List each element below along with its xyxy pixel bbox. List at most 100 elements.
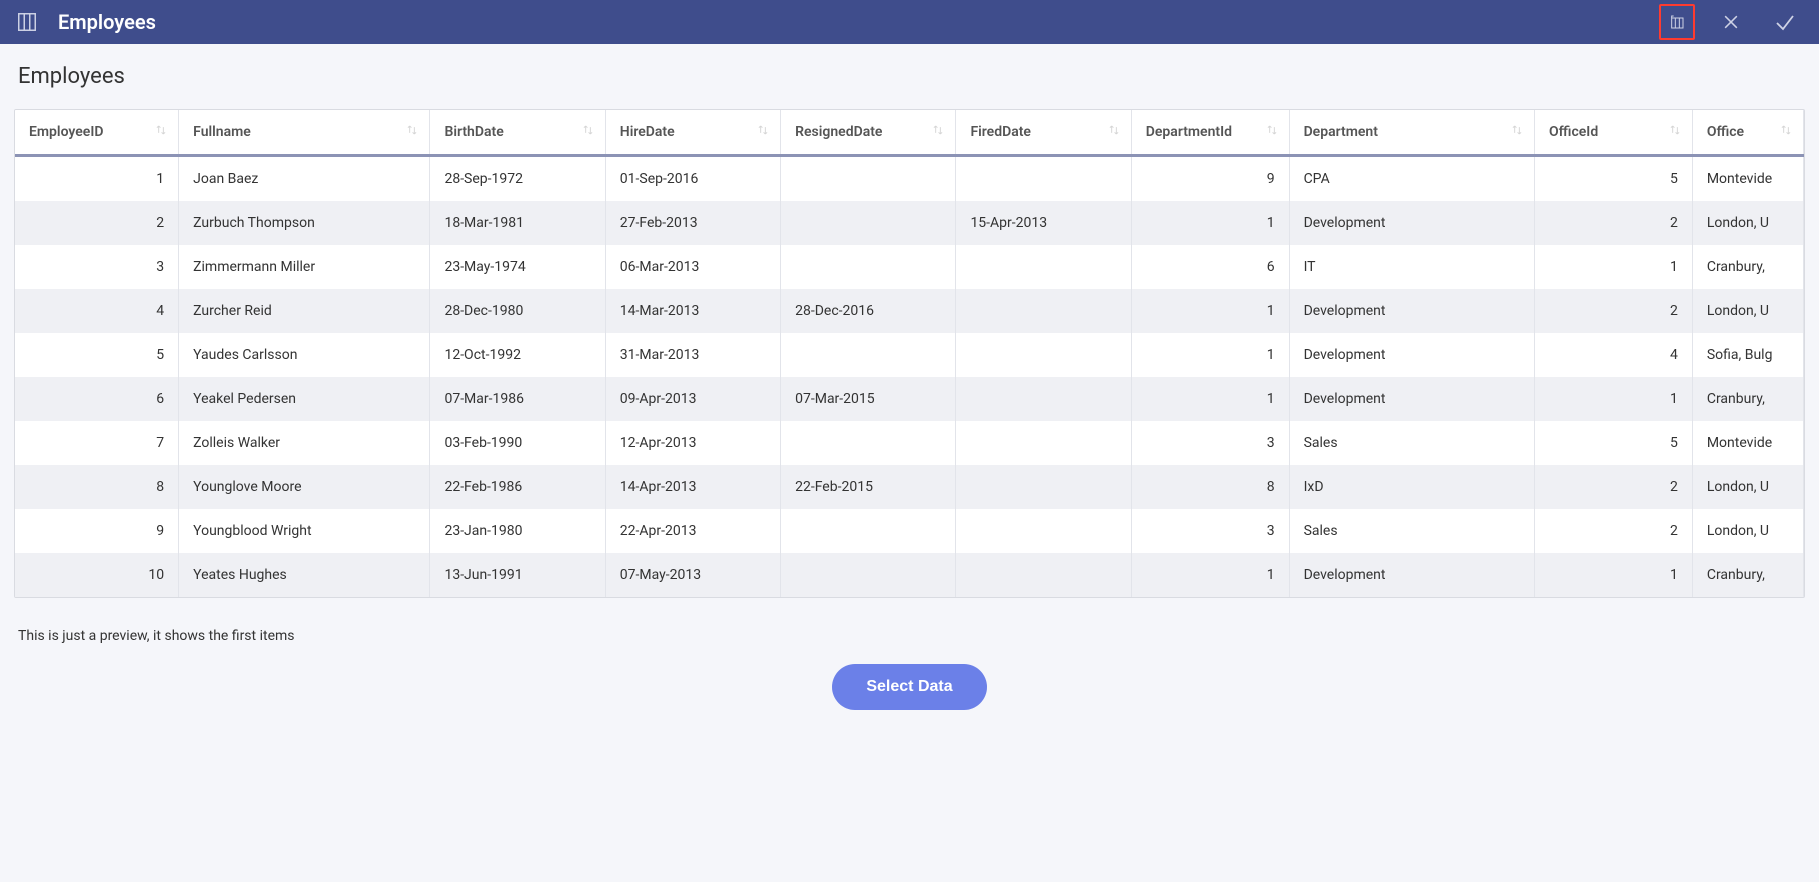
cell-hiredate: 22-Apr-2013 <box>605 509 780 553</box>
cell-department: Development <box>1289 333 1534 377</box>
column-header-fireddate[interactable]: FiredDate <box>956 110 1131 156</box>
cell-fireddate <box>956 421 1131 465</box>
column-header-departmentid[interactable]: DepartmentId <box>1131 110 1289 156</box>
cell-fireddate <box>956 156 1131 202</box>
column-header-label: Fullname <box>193 124 251 140</box>
cell-office: London, U <box>1692 465 1803 509</box>
cell-resigneddate: 28-Dec-2016 <box>781 289 956 333</box>
cell-resigneddate <box>781 201 956 245</box>
cell-officeid: 1 <box>1535 377 1693 421</box>
cell-officeid: 1 <box>1535 245 1693 289</box>
sort-icon[interactable] <box>154 123 168 141</box>
sort-icon[interactable] <box>1510 123 1524 141</box>
cell-fireddate <box>956 509 1131 553</box>
cell-hiredate: 27-Feb-2013 <box>605 201 780 245</box>
cell-employeeid: 1 <box>15 156 179 202</box>
column-header-label: DepartmentId <box>1146 124 1232 140</box>
sort-icon[interactable] <box>931 123 945 141</box>
new-grid-button[interactable] <box>1659 4 1695 40</box>
topbar: Employees <box>0 0 1819 44</box>
table-row[interactable]: 6Yeakel Pedersen07-Mar-198609-Apr-201307… <box>15 377 1804 421</box>
column-header-officeid[interactable]: OfficeId <box>1535 110 1693 156</box>
cell-office: Cranbury, <box>1692 377 1803 421</box>
cell-hiredate: 09-Apr-2013 <box>605 377 780 421</box>
cell-hiredate: 06-Mar-2013 <box>605 245 780 289</box>
sort-icon[interactable] <box>1265 123 1279 141</box>
column-header-label: Office <box>1707 124 1744 140</box>
cell-employeeid: 3 <box>15 245 179 289</box>
column-header-label: BirthDate <box>444 124 503 140</box>
column-header-label: FiredDate <box>970 124 1031 140</box>
table-row[interactable]: 1Joan Baez28-Sep-197201-Sep-20169CPA5Mon… <box>15 156 1804 202</box>
cell-employeeid: 4 <box>15 289 179 333</box>
topbar-left: Employees <box>16 10 156 34</box>
table-header-row: EmployeeID Fullname BirthDate HireDateResig… <box>15 110 1804 156</box>
cell-office: Cranbury, <box>1692 245 1803 289</box>
sort-icon[interactable] <box>1668 123 1682 141</box>
column-header-department[interactable]: Department <box>1289 110 1534 156</box>
select-data-button[interactable]: Select Data <box>832 664 986 710</box>
column-header-hiredate[interactable]: HireDate <box>605 110 780 156</box>
cell-fullname: Zurcher Reid <box>179 289 430 333</box>
sort-icon[interactable] <box>405 123 419 141</box>
cell-birthdate: 22-Feb-1986 <box>430 465 605 509</box>
cell-department: Sales <box>1289 421 1534 465</box>
select-data-row: Select Data <box>14 664 1805 710</box>
cell-resigneddate: 07-Mar-2015 <box>781 377 956 421</box>
cell-fireddate <box>956 377 1131 421</box>
cell-officeid: 5 <box>1535 156 1693 202</box>
cell-hiredate: 14-Apr-2013 <box>605 465 780 509</box>
cell-birthdate: 12-Oct-1992 <box>430 333 605 377</box>
confirm-button[interactable] <box>1767 4 1803 40</box>
content-area: Employees EmployeeIDFullnameBirthDateHir… <box>0 44 1819 720</box>
column-header-office[interactable]: Office <box>1692 110 1803 156</box>
cell-employeeid: 8 <box>15 465 179 509</box>
table-row[interactable]: 8Younglove Moore22-Feb-198614-Apr-201322… <box>15 465 1804 509</box>
cell-office: Cranbury, <box>1692 553 1803 597</box>
table-row[interactable]: 9Youngblood Wright23-Jan-198022-Apr-2013… <box>15 509 1804 553</box>
cell-department: Development <box>1289 289 1534 333</box>
cell-departmentid: 1 <box>1131 553 1289 597</box>
table-row[interactable]: 2Zurbuch Thompson18-Mar-198127-Feb-20131… <box>15 201 1804 245</box>
cell-hiredate: 01-Sep-2016 <box>605 156 780 202</box>
sort-icon[interactable] <box>756 123 770 141</box>
table-row[interactable]: 5Yaudes Carlsson12-Oct-199231-Mar-20131D… <box>15 333 1804 377</box>
table-row[interactable]: 7Zolleis Walker03-Feb-199012-Apr-20133Sa… <box>15 421 1804 465</box>
cell-department: CPA <box>1289 156 1534 202</box>
cell-fullname: Yaudes Carlsson <box>179 333 430 377</box>
cell-departmentid: 1 <box>1131 201 1289 245</box>
cell-office: Montevide <box>1692 421 1803 465</box>
preview-note: This is just a preview, it shows the fir… <box>18 628 1805 644</box>
cell-resigneddate <box>781 509 956 553</box>
column-header-resigneddate[interactable]: ResignedDate <box>781 110 956 156</box>
table-row[interactable]: 4Zurcher Reid28-Dec-198014-Mar-201328-De… <box>15 289 1804 333</box>
cell-departmentid: 1 <box>1131 333 1289 377</box>
cell-departmentid: 8 <box>1131 465 1289 509</box>
cell-resigneddate <box>781 245 956 289</box>
cell-hiredate: 14-Mar-2013 <box>605 289 780 333</box>
column-header-label: Department <box>1304 124 1378 140</box>
cell-department: Sales <box>1289 509 1534 553</box>
column-header-fullname[interactable]: Fullname <box>179 110 430 156</box>
cell-officeid: 2 <box>1535 509 1693 553</box>
column-header-birthdate[interactable]: BirthDate <box>430 110 605 156</box>
cell-employeeid: 9 <box>15 509 179 553</box>
close-button[interactable] <box>1713 4 1749 40</box>
cell-departmentid: 1 <box>1131 289 1289 333</box>
cell-fullname: Zimmermann Miller <box>179 245 430 289</box>
sort-icon[interactable] <box>581 123 595 141</box>
cell-birthdate: 03-Feb-1990 <box>430 421 605 465</box>
cell-officeid: 2 <box>1535 289 1693 333</box>
cell-office: Montevide <box>1692 156 1803 202</box>
topbar-title: Employees <box>58 10 156 34</box>
column-header-employeeid[interactable]: EmployeeID <box>15 110 179 156</box>
sort-icon[interactable] <box>1779 123 1793 141</box>
table-row[interactable]: 3Zimmermann Miller23-May-197406-Mar-2013… <box>15 245 1804 289</box>
table-row[interactable]: 10Yeates Hughes13-Jun-199107-May-20131De… <box>15 553 1804 597</box>
cell-birthdate: 13-Jun-1991 <box>430 553 605 597</box>
cell-fireddate <box>956 465 1131 509</box>
cell-department: Development <box>1289 377 1534 421</box>
cell-fireddate <box>956 333 1131 377</box>
sort-icon[interactable] <box>1107 123 1121 141</box>
cell-department: Development <box>1289 553 1534 597</box>
